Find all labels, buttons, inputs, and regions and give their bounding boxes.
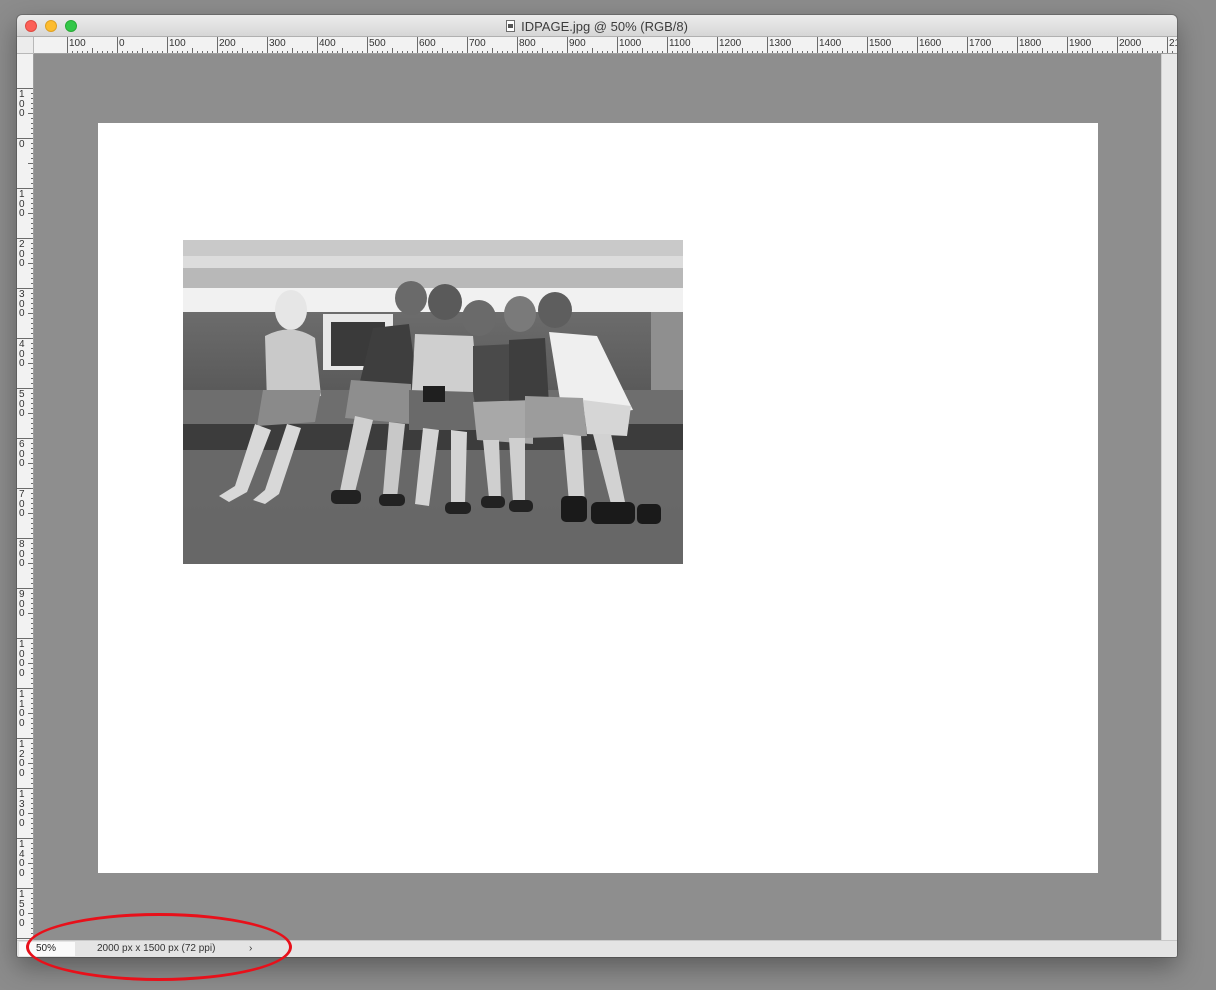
ruler-label: 1200: [719, 38, 742, 49]
ruler-label: 300: [269, 38, 286, 49]
close-window-button[interactable]: [25, 20, 37, 32]
ruler-label: 1600: [919, 38, 942, 49]
ruler-label: 100: [19, 189, 25, 219]
horizontal-ruler[interactable]: 100 0 100 200 300 400 500 600 700 800 90…: [34, 37, 1177, 54]
window-title: IDPAGE.jpg @ 50% (RGB/8): [521, 18, 688, 34]
zoom-level-field[interactable]: 50%: [19, 942, 75, 956]
ruler-label: 200: [219, 38, 236, 49]
ruler-label: 400: [19, 339, 25, 369]
document-window: IDPAGE.jpg @ 50% (RGB/8) 100 0 100 200 3…: [17, 15, 1177, 957]
ruler-label: 1000: [619, 38, 642, 49]
title-group: IDPAGE.jpg @ 50% (RGB/8): [17, 15, 1177, 37]
ruler-label: 600: [419, 38, 436, 49]
pasteboard[interactable]: [34, 54, 1161, 940]
document-icon: [506, 20, 516, 32]
photo-image: [183, 240, 683, 564]
ruler-label: 800: [519, 38, 536, 49]
ruler-label: 100: [69, 38, 86, 49]
status-bar: 50% 2000 px x 1500 px (72 ppi) ›: [17, 940, 1177, 957]
ruler-label: 700: [19, 489, 25, 519]
ruler-label: 1400: [19, 839, 25, 879]
ruler-label: 900: [19, 589, 25, 619]
ruler-label: 700: [469, 38, 486, 49]
ruler-label: 100: [169, 38, 186, 49]
ruler-label: 500: [369, 38, 386, 49]
ruler-label: 1300: [19, 789, 25, 829]
ruler-label: 1500: [19, 889, 25, 929]
ruler-label: 1800: [1019, 38, 1042, 49]
ruler-label: 1100: [19, 689, 25, 729]
ruler-label: 1200: [19, 739, 25, 779]
minimize-window-button[interactable]: [45, 20, 57, 32]
ruler-label: 21: [1169, 38, 1177, 49]
ruler-label: 200: [19, 239, 25, 269]
ruler-label: 0: [19, 139, 25, 150]
ruler-label: 1900: [1069, 38, 1092, 49]
title-bar[interactable]: IDPAGE.jpg @ 50% (RGB/8): [17, 15, 1177, 37]
ruler-label: 1000: [19, 639, 25, 679]
ruler-label: 1300: [769, 38, 792, 49]
ruler-label: 100: [19, 89, 25, 119]
vertical-ruler[interactable]: 100 0 100 200 300 400 500 600 700 800 90…: [17, 54, 34, 940]
ruler-label: 1100: [669, 38, 691, 49]
ruler-label: 1500: [869, 38, 892, 49]
status-menu-chevron-icon[interactable]: ›: [249, 942, 252, 956]
ruler-label: 600: [19, 439, 25, 469]
maximize-window-button[interactable]: [65, 20, 77, 32]
ruler-label: 1700: [969, 38, 992, 49]
horizontal-ruler-ticks: [67, 37, 1173, 53]
ruler-label: 2000: [1119, 38, 1142, 49]
vertical-scrollbar[interactable]: [1161, 54, 1177, 940]
ruler-label: 400: [319, 38, 336, 49]
ruler-origin[interactable]: [17, 37, 34, 54]
ruler-label: 500: [19, 389, 25, 419]
document-info-text: 2000 px x 1500 px (72 ppi): [97, 943, 216, 954]
ruler-label: 1400: [819, 38, 842, 49]
ruler-label: 900: [569, 38, 586, 49]
ruler-label: 0: [119, 38, 125, 49]
ruler-label: 800: [19, 539, 25, 569]
ruler-label: 300: [19, 289, 25, 319]
document-canvas[interactable]: [98, 123, 1098, 873]
placed-photo[interactable]: [183, 240, 683, 564]
